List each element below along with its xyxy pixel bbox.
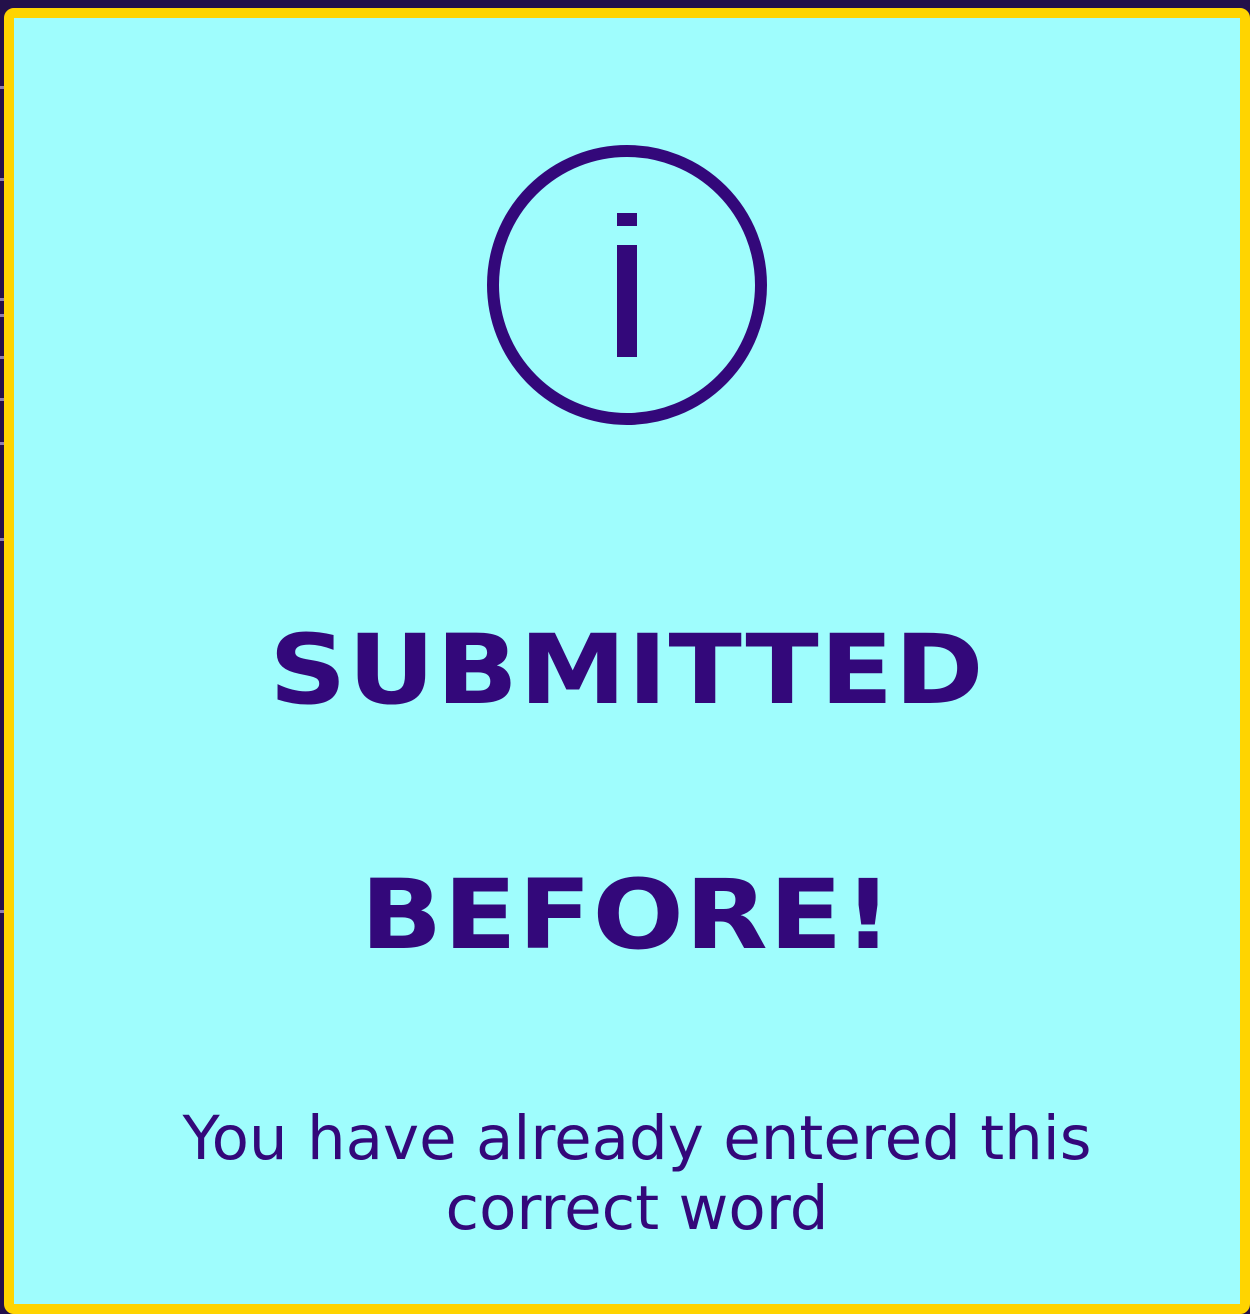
dialog-message: You have already entered this correct wo…	[182, 1103, 1092, 1244]
submitted-before-dialog: SUBMITTED BEFORE! You have already enter…	[4, 8, 1250, 1314]
dialog-title-line-2: BEFORE!	[360, 859, 894, 971]
dialog-title-line-1: SUBMITTED	[269, 614, 985, 726]
info-icon	[487, 145, 767, 425]
